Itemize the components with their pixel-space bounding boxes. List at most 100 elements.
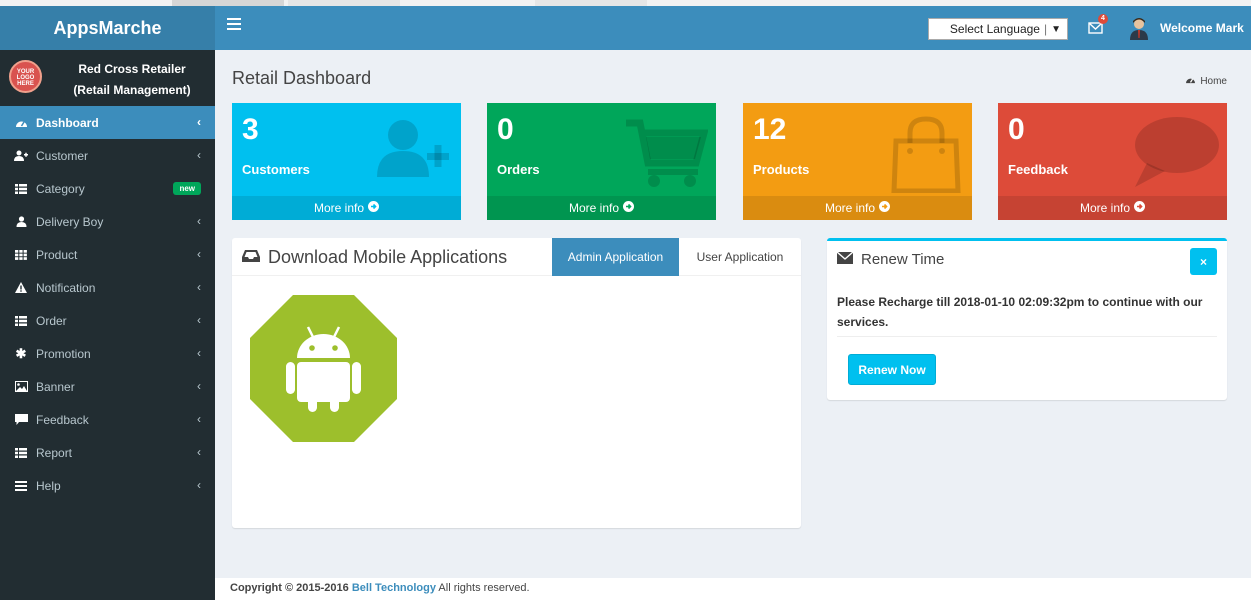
renew-now-button[interactable]: Renew Now: [848, 354, 936, 385]
image-icon: [12, 381, 30, 392]
company-link[interactable]: Bell Technology: [352, 582, 436, 594]
stat-box-orders: 0 Orders More info: [487, 103, 716, 220]
more-info-link[interactable]: More info: [232, 196, 461, 220]
stat-value: 0: [1008, 113, 1025, 146]
store-logo: YOUR LOGO HERE: [9, 60, 42, 93]
grid-icon: [12, 249, 30, 260]
cart-icon: [626, 115, 709, 190]
comment-icon: [1133, 115, 1219, 192]
asterisk-icon: ✱: [15, 345, 27, 361]
breadcrumb: Home: [1185, 75, 1227, 87]
divider: [837, 336, 1217, 337]
envelope-icon: [836, 251, 854, 268]
list-icon: [12, 183, 30, 194]
avatar[interactable]: [1129, 18, 1149, 40]
sidebar-item-label: Product: [36, 247, 78, 262]
chevron-left-icon: ‹: [197, 412, 201, 426]
breadcrumb-home[interactable]: Home: [1200, 76, 1227, 87]
sidebar-item-product[interactable]: Product ‹: [0, 238, 215, 271]
list-icon: [12, 447, 30, 458]
sidebar-item-category[interactable]: Category new: [0, 172, 215, 205]
brand-logo[interactable]: AppsMarche: [0, 6, 215, 50]
user-icon: [12, 216, 30, 227]
panel-title-text: Renew Time: [861, 251, 945, 268]
language-select-value: Select Language: [949, 22, 1040, 36]
warning-icon: [12, 282, 30, 293]
arrow-circle-right-icon: [368, 201, 380, 215]
arrow-circle-right-icon: [623, 201, 635, 215]
sidebar-item-label: Report: [36, 445, 73, 460]
android-download-icon[interactable]: [250, 295, 397, 442]
sidebar-item-order[interactable]: Order ‹: [0, 304, 215, 337]
store-name: Red Cross Retailer (Retail Management): [52, 59, 212, 101]
more-info-label: More info: [313, 201, 365, 215]
sidebar-item-banner[interactable]: Banner ‹: [0, 370, 215, 403]
sidebar-menu: Dashboard ‹ Customer ‹ Category new Deli…: [0, 106, 215, 502]
sidebar-item-label: Delivery Boy: [36, 214, 104, 229]
copyright-prefix: Copyright © 2015-2016: [230, 582, 352, 594]
stat-box-feedback: 0 Feedback More info: [998, 103, 1227, 220]
sidebar-item-label: Customer: [36, 148, 89, 163]
sidebar-item-label: Banner: [36, 379, 75, 394]
stat-label: Customers: [242, 162, 310, 177]
sidebar-item-label: Dashboard: [36, 115, 99, 130]
sidebar-item-notification[interactable]: Notification ‹: [0, 271, 215, 304]
close-button[interactable]: ×: [1190, 248, 1217, 275]
sidebar-item-report[interactable]: Report ‹: [0, 436, 215, 469]
stat-value: 3: [242, 113, 259, 146]
chevron-left-icon: ‹: [197, 280, 201, 294]
sidebar-item-label: Feedback: [36, 412, 89, 427]
sidebar-item-label: Help: [36, 478, 61, 493]
copyright-text: Copyright © 2015-2016 Bell Technology Al…: [230, 582, 530, 594]
chevron-left-icon: ‹: [197, 148, 201, 162]
renew-time-panel: Renew Time × Please Recharge till 2018-0…: [827, 238, 1227, 400]
more-info-label: More info: [1079, 201, 1131, 215]
arrow-circle-right-icon: [879, 201, 891, 215]
sidebar-item-promotion[interactable]: ✱ Promotion ‹: [0, 337, 215, 370]
panel-title: Download Mobile Applications: [242, 247, 507, 268]
top-navbar: Select Language | ▼ 4 Welcome Mark: [215, 6, 1251, 50]
user-plus-icon: [12, 150, 30, 161]
more-info-label: More info: [568, 201, 620, 215]
more-info-link[interactable]: More info: [998, 196, 1227, 220]
language-select[interactable]: Select Language | ▼: [928, 18, 1068, 40]
more-info-label: More info: [824, 201, 876, 215]
sidebar-item-label: Notification: [36, 280, 96, 295]
chevron-left-icon: ‹: [197, 115, 201, 129]
chevron-left-icon: ‹: [197, 346, 201, 360]
stat-value: 12: [753, 113, 787, 146]
sidebar-item-label: Order: [36, 313, 67, 328]
store-name-line2: (Retail Management): [73, 83, 191, 97]
arrow-circle-right-icon: [1134, 201, 1146, 215]
chevron-left-icon: ‹: [197, 445, 201, 459]
stat-label: Orders: [497, 162, 540, 177]
sidebar-item-help[interactable]: Help ‹: [0, 469, 215, 502]
download-apps-panel: Download Mobile Applications Admin Appli…: [232, 238, 801, 528]
tab-admin-application[interactable]: Admin Application: [552, 238, 679, 276]
sidebar-item-dashboard[interactable]: Dashboard ‹: [0, 106, 215, 139]
sidebar-toggle-icon[interactable]: [227, 18, 241, 32]
mail-count-badge: 4: [1098, 14, 1108, 24]
sidebar-item-feedback[interactable]: Feedback ‹: [0, 403, 215, 436]
page-title: Retail Dashboard: [232, 68, 372, 88]
sidebar-item-label: Promotion: [36, 346, 91, 361]
stat-label: Products: [753, 162, 810, 177]
tab-user-application[interactable]: User Application: [679, 238, 801, 276]
chevron-down-icon: ▼: [1051, 23, 1061, 35]
new-badge: new: [173, 182, 201, 195]
welcome-user[interactable]: Welcome Mark: [1160, 21, 1244, 35]
more-info-link[interactable]: More info: [743, 196, 972, 220]
user-panel: YOUR LOGO HERE Red Cross Retailer (Retail …: [0, 50, 215, 106]
user-plus-icon: [373, 115, 453, 190]
chevron-left-icon: ‹: [197, 313, 201, 327]
sidebar-item-label: Category: [36, 181, 85, 196]
sidebar-item-delivery-boy[interactable]: Delivery Boy ‹: [0, 205, 215, 238]
page-footer: Copyright © 2015-2016 Bell Technology Al…: [215, 578, 1251, 600]
sidebar-item-customer[interactable]: Customer ‹: [0, 139, 215, 172]
more-info-link[interactable]: More info: [487, 196, 716, 220]
dashboard-icon: [12, 117, 30, 128]
chevron-left-icon: ‹: [197, 247, 201, 261]
sidebar: AppsMarche YOUR LOGO HERE Red Cross Retail…: [0, 6, 215, 600]
main-content: Retail Dashboard Home 3 Customers More i…: [215, 50, 1251, 600]
list-icon: [12, 315, 30, 326]
